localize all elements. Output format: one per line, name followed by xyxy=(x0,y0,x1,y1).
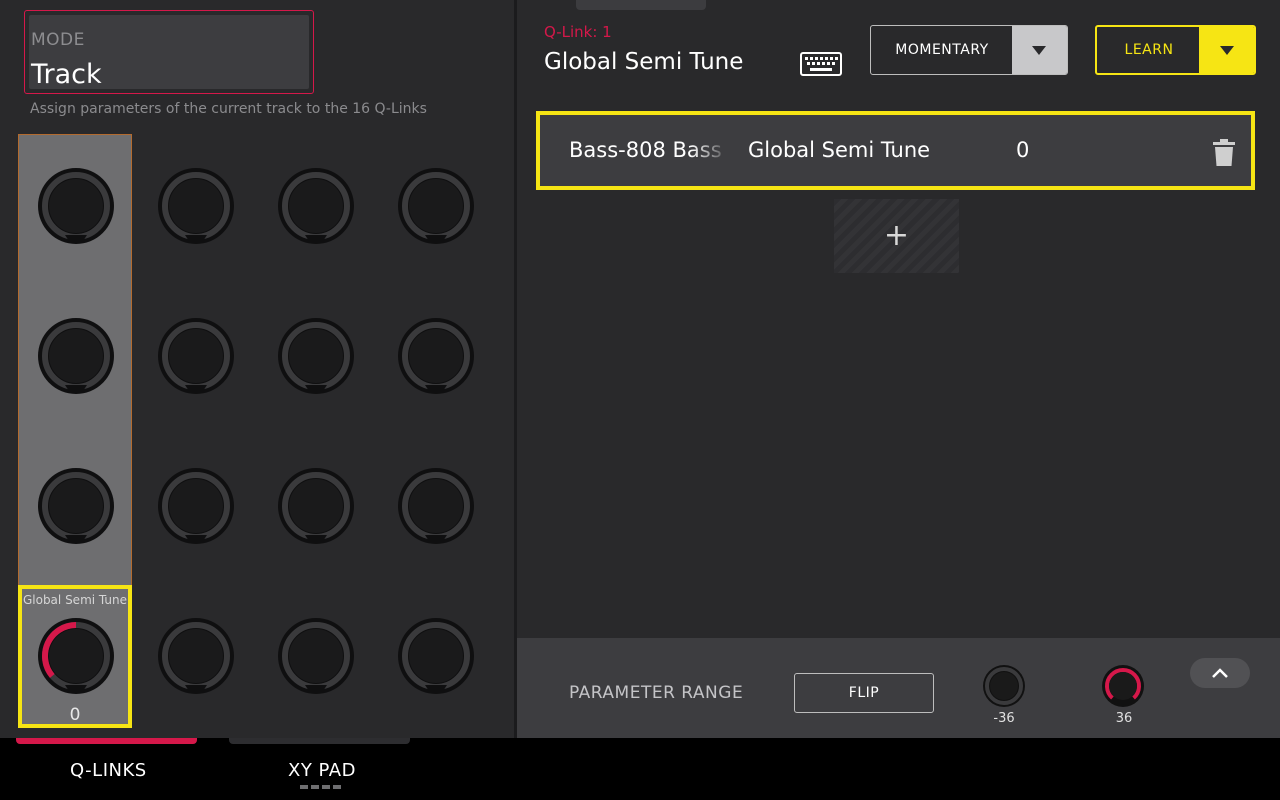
qlink-knob-10[interactable] xyxy=(157,467,235,545)
momentary-label: MOMENTARY xyxy=(895,42,989,58)
chevron-down-icon xyxy=(1032,46,1046,55)
flip-button[interactable]: FLIP xyxy=(794,673,934,713)
qlink-knob-14[interactable] xyxy=(157,617,235,695)
qlink-parameter-name: Global Semi Tune xyxy=(544,49,744,75)
chevron-up-icon xyxy=(1212,668,1228,678)
range-max-knob[interactable] xyxy=(1101,664,1145,708)
mode-selector-inner: MODE Track xyxy=(29,15,309,90)
qlink-knob-1[interactable] xyxy=(37,167,115,245)
mode-description: Assign parameters of the current track t… xyxy=(30,101,427,117)
qlink-knob-16[interactable] xyxy=(397,617,475,695)
qlink-knob-4[interactable] xyxy=(397,167,475,245)
range-max-value: 36 xyxy=(1115,711,1133,726)
parameter-range-label: PARAMETER RANGE xyxy=(569,683,744,703)
range-min-knob[interactable] xyxy=(982,664,1026,708)
qlink-knob-3[interactable] xyxy=(277,167,355,245)
bottom-tab-bar xyxy=(0,738,1280,800)
qlink-knob-6[interactable] xyxy=(157,317,235,395)
qlink-knob-9[interactable] xyxy=(37,467,115,545)
learn-button[interactable]: LEARN xyxy=(1095,25,1256,75)
qlink-knob-2[interactable] xyxy=(157,167,235,245)
tab-dots-icon xyxy=(300,785,342,789)
qlink-knob-5[interactable] xyxy=(37,317,115,395)
selected-qlink-value: 0 xyxy=(69,705,81,725)
qlink-knob-7[interactable] xyxy=(277,317,355,395)
qlink-knob-11[interactable] xyxy=(277,467,355,545)
mode-label: MODE xyxy=(31,30,85,50)
qlink-knob-8[interactable] xyxy=(397,317,475,395)
chevron-down-icon xyxy=(1220,46,1234,55)
mode-value: Track xyxy=(31,59,102,90)
assignment-value: 0 xyxy=(1016,138,1030,162)
selected-qlink-label: Global Semi Tune xyxy=(22,593,128,607)
assignment-row[interactable]: Bass-808 Bass Global Semi Tune 0 xyxy=(536,111,1255,190)
panel-handle[interactable] xyxy=(576,0,706,10)
tab-indicator-xypad xyxy=(229,738,410,744)
qlink-knob-12[interactable] xyxy=(397,467,475,545)
momentary-dropdown[interactable]: MOMENTARY xyxy=(870,25,1068,75)
collapse-button[interactable] xyxy=(1190,658,1250,688)
trash-icon[interactable] xyxy=(1212,139,1236,166)
qlink-knob-15[interactable] xyxy=(277,617,355,695)
tab-indicator-qlinks xyxy=(16,738,197,744)
range-min-value: -36 xyxy=(993,711,1015,726)
tab-xypad[interactable]: XY PAD xyxy=(288,760,356,781)
qlink-knob-13[interactable] xyxy=(37,617,115,695)
mode-selector[interactable]: MODE Track xyxy=(24,10,314,94)
momentary-dropdown-arrow[interactable] xyxy=(1012,26,1067,74)
qlink-number: Q-Link: 1 xyxy=(544,23,612,41)
keyboard-icon[interactable] xyxy=(800,52,842,76)
learn-label: LEARN xyxy=(1124,42,1174,58)
add-assignment-button[interactable]: + xyxy=(834,199,959,273)
assignment-track-fade xyxy=(690,125,730,176)
learn-dropdown-arrow[interactable] xyxy=(1199,27,1254,73)
tab-qlinks[interactable]: Q-LINKS xyxy=(70,760,147,781)
assignment-parameter: Global Semi Tune xyxy=(748,138,931,162)
